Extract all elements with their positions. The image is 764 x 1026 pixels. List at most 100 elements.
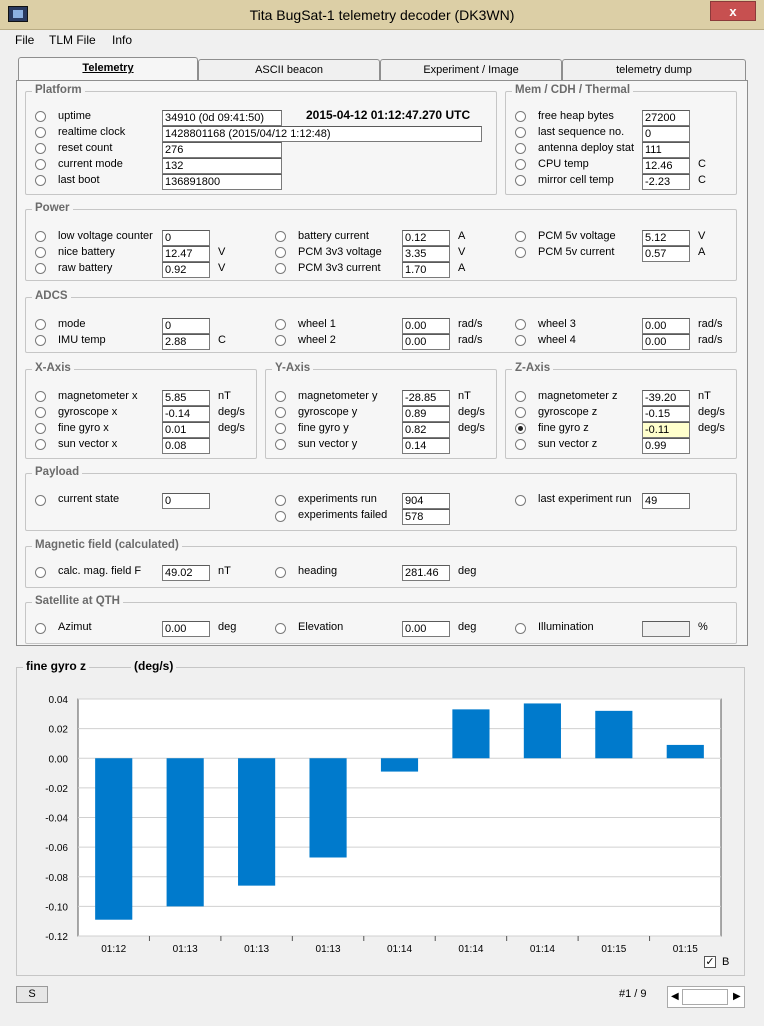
y-tick-label: 0.02 [49, 725, 69, 736]
bar [523, 703, 561, 759]
adcs-radio[interactable] [515, 319, 526, 330]
power-radio[interactable] [35, 231, 46, 242]
menu-file[interactable]: File [15, 33, 34, 47]
platform-label: uptime [58, 110, 92, 122]
adcs-radio[interactable] [515, 335, 526, 346]
platform-radio[interactable] [35, 111, 46, 122]
x-tick-label: 01:15 [673, 944, 698, 955]
menu-info[interactable]: Info [112, 33, 132, 47]
scroll-right-icon[interactable]: ▶ [733, 991, 741, 1002]
payload-radio[interactable] [515, 495, 526, 506]
adcs-radio[interactable] [35, 335, 46, 346]
x-axis-radio[interactable] [35, 423, 46, 434]
y-axis-radio[interactable] [275, 391, 286, 402]
bar [309, 758, 347, 858]
y-tick-label: -0.08 [45, 873, 68, 884]
mem-radio[interactable] [515, 111, 526, 122]
tab-telemetry-dump[interactable]: telemetry dump [562, 59, 746, 80]
y-axis-field: -28.85 [402, 390, 450, 406]
x-axis-unit: deg/s [218, 406, 245, 418]
platform-radio[interactable] [35, 159, 46, 170]
platform-radio[interactable] [35, 143, 46, 154]
mem-field: 12.46 [642, 158, 690, 174]
power-unit: V [698, 230, 706, 242]
tab-experiment-image[interactable]: Experiment / Image [380, 59, 562, 80]
mem-label: free heap bytes [538, 110, 614, 122]
payload-radio[interactable] [275, 511, 286, 522]
adcs-title: ADCS [32, 290, 71, 302]
x-axis-radio[interactable] [35, 407, 46, 418]
payload-radio[interactable] [35, 495, 46, 506]
adcs-field: 0.00 [402, 318, 450, 334]
power-radio[interactable] [275, 231, 286, 242]
realtime-clock-field: 1428801168 (2015/04/12 1:12:48) [162, 126, 482, 142]
power-radio[interactable] [275, 263, 286, 274]
magfield-radio[interactable] [35, 567, 46, 578]
power-title: Power [32, 202, 73, 214]
z-axis-radio[interactable] [515, 391, 526, 402]
z-axis-group: Z-Axis magnetometer z -39.20 nT gyroscop… [505, 362, 737, 459]
payload-label: experiments failed [298, 509, 388, 521]
y-axis-field: 0.89 [402, 406, 450, 422]
z-axis-radio[interactable] [515, 407, 526, 418]
s-button[interactable]: S [16, 986, 48, 1003]
adcs-field: 0.00 [642, 318, 690, 334]
menu-tlm-file[interactable]: TLM File [49, 33, 96, 47]
tab-ascii-beacon[interactable]: ASCII beacon [198, 59, 380, 80]
qth-radio[interactable] [515, 623, 526, 634]
bar [238, 758, 276, 886]
x-axis-field: 0.08 [162, 438, 210, 454]
z-axis-radio[interactable] [515, 439, 526, 450]
mem-radio[interactable] [515, 143, 526, 154]
magfield-label: heading [298, 565, 338, 577]
qth-unit: % [698, 621, 708, 633]
mem-field: 0 [642, 126, 690, 142]
power-radio[interactable] [515, 231, 526, 242]
x-axis-radio[interactable] [35, 439, 46, 450]
y-axis-radio[interactable] [275, 407, 286, 418]
page-indicator: #1 / 9 [619, 988, 647, 1000]
payload-radio[interactable] [275, 495, 286, 506]
y-axis-group: Y-Axis magnetometer y -28.85 nT gyroscop… [265, 362, 497, 459]
power-radio[interactable] [275, 247, 286, 258]
adcs-radio[interactable] [275, 335, 286, 346]
magfield-radio[interactable] [275, 567, 286, 578]
tab-telemetry[interactable]: Telemetry [18, 57, 198, 81]
close-button[interactable]: x [710, 1, 756, 21]
last-boot-field: 136891800 [162, 174, 282, 190]
b-checkbox[interactable]: ✓ [704, 956, 716, 968]
adcs-radio[interactable] [35, 319, 46, 330]
bar [166, 758, 204, 907]
mem-radio[interactable] [515, 159, 526, 170]
x-axis-radio[interactable] [35, 391, 46, 402]
payload-title: Payload [32, 466, 83, 478]
y-axis-radio[interactable] [275, 423, 286, 434]
y-tick-label: -0.10 [45, 902, 68, 913]
power-label: nice battery [58, 246, 115, 258]
mem-radio[interactable] [515, 127, 526, 138]
y-axis-radio[interactable] [275, 439, 286, 450]
fine-gyro-z-radio[interactable] [515, 423, 526, 434]
qth-label: Elevation [298, 621, 344, 633]
experiments-run-field: 904 [402, 493, 450, 509]
power-radio[interactable] [35, 263, 46, 274]
mem-unit: C [698, 158, 706, 170]
scroll-thumb[interactable] [682, 989, 728, 1005]
qth-radio[interactable] [275, 623, 286, 634]
bar [95, 758, 133, 920]
scroll-left-icon[interactable]: ◀ [671, 991, 679, 1002]
page-scrollbar[interactable]: ◀ ▶ [667, 986, 745, 1008]
power-radio[interactable] [35, 247, 46, 258]
x-tick-label: 01:13 [316, 944, 341, 955]
power-radio[interactable] [515, 247, 526, 258]
bar [380, 758, 419, 772]
power-field: 1.70 [402, 262, 450, 278]
x-tick-label: 01:13 [173, 944, 198, 955]
qth-radio[interactable] [35, 623, 46, 634]
mem-radio[interactable] [515, 175, 526, 186]
platform-radio[interactable] [35, 175, 46, 186]
platform-radio[interactable] [35, 127, 46, 138]
adcs-radio[interactable] [275, 319, 286, 330]
heading-field: 281.46 [402, 565, 450, 581]
power-field: 0.12 [402, 230, 450, 246]
